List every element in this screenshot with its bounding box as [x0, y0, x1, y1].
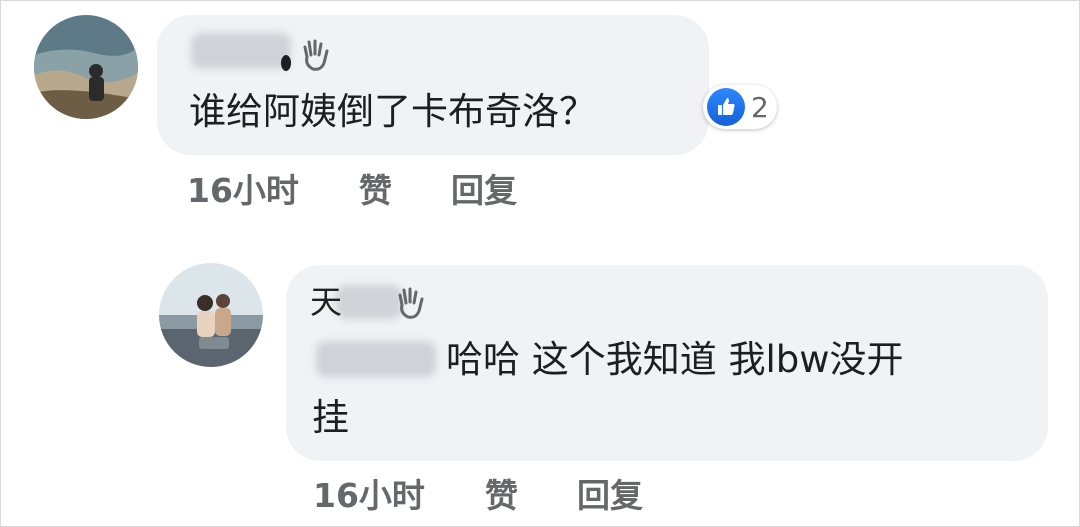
reply-avatar[interactable]: [159, 263, 263, 367]
reply-bubble: 天 哈哈 这个我知道 我lbw没开 挂: [286, 265, 1048, 461]
author-name-redacted: [191, 33, 291, 69]
reaction-count: 2: [751, 90, 769, 124]
like-icon: [707, 88, 745, 126]
reply-link[interactable]: 回复: [451, 164, 517, 212]
avatar-photo: [159, 263, 263, 367]
wave-icon[interactable]: [297, 37, 333, 73]
reply-like-link[interactable]: 赞: [485, 469, 518, 517]
avatar-photo: [34, 15, 138, 119]
author-name-redacted-fragment: [281, 55, 291, 71]
like-link[interactable]: 赞: [359, 164, 392, 212]
reply-reply-link[interactable]: 回复: [577, 469, 643, 517]
wave-icon[interactable]: [392, 285, 428, 321]
author-name-fragment: 天: [310, 283, 343, 321]
commenter-avatar[interactable]: [34, 15, 138, 119]
comment-timestamp[interactable]: 16小时: [187, 164, 299, 212]
comment-text: 谁给阿姨倒了卡布奇洛？: [189, 90, 596, 133]
reply-text-line1: 哈哈 这个我知道 我lbw没开: [446, 338, 904, 381]
mention-redacted: [316, 341, 436, 377]
reply-text-line2: 挂: [312, 396, 349, 439]
reaction-badge[interactable]: 2: [703, 85, 777, 129]
comment-bubble: 谁给阿姨倒了卡布奇洛？: [157, 15, 709, 155]
reply-timestamp[interactable]: 16小时: [313, 469, 425, 517]
